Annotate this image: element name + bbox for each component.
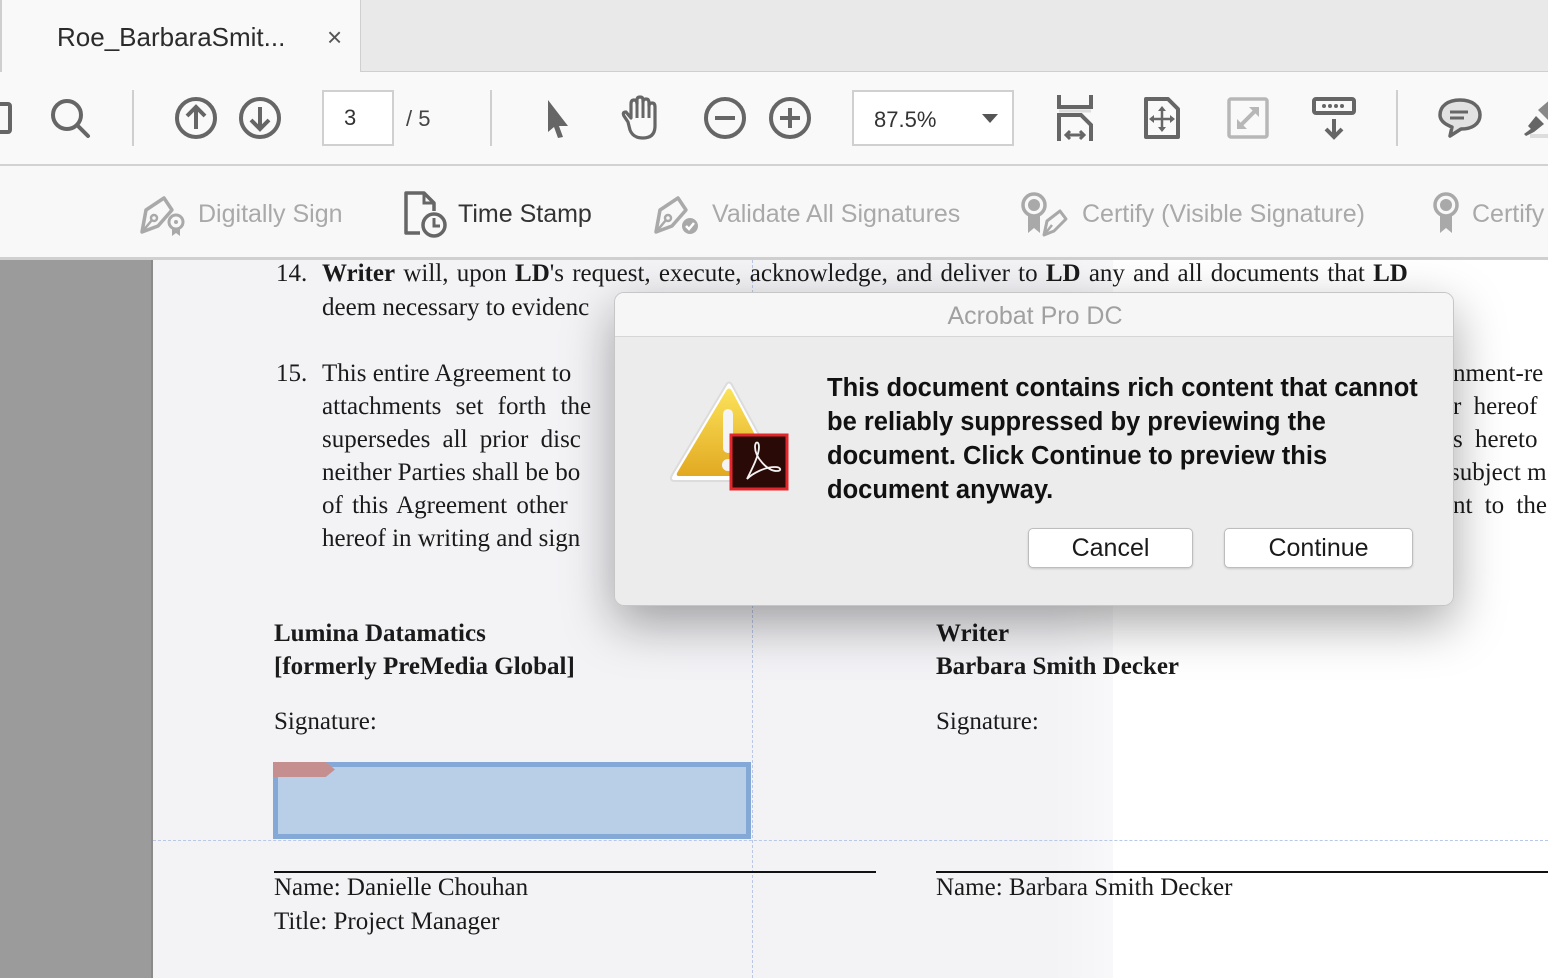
certify-visible-signature-label: Certify (Visible Signature) xyxy=(1082,199,1365,228)
next-page-icon[interactable] xyxy=(236,92,284,144)
clause-15-line-right: s hereto xyxy=(1453,426,1538,453)
tab-title: Roe_BarbaraSmit... xyxy=(57,22,286,52)
left-party-name: Name: Danielle Chouhan xyxy=(274,874,529,901)
clause-15-line: of this Agreement other xyxy=(322,492,568,519)
zoom-level-select[interactable]: 87.5% xyxy=(852,90,1014,146)
signature-field[interactable] xyxy=(273,762,751,839)
clause-15-line-right: nment-re xyxy=(1453,360,1544,387)
continue-button[interactable]: Continue xyxy=(1224,528,1413,568)
validate-all-signatures-label: Validate All Signatures xyxy=(712,199,961,228)
clause-15-number: 15. xyxy=(276,360,308,387)
scrolling-mode-icon[interactable] xyxy=(1051,92,1099,144)
fit-page-icon[interactable] xyxy=(1138,92,1186,144)
hand-tool-icon[interactable] xyxy=(615,92,663,144)
clause-14-number: 14. xyxy=(276,260,308,287)
signature-line xyxy=(274,871,876,873)
validate-all-signatures-button[interactable]: Validate All Signatures xyxy=(650,188,960,240)
page-total: / 5 xyxy=(406,106,431,131)
zoom-level-value: 87.5% xyxy=(874,107,937,132)
read-mode-icon[interactable] xyxy=(1310,92,1358,144)
clause-15-line: hereof in writing and sign xyxy=(322,525,581,552)
toolbar-separator xyxy=(1396,90,1398,146)
clause-15-line-right: subject m xyxy=(1450,459,1547,486)
cancel-button[interactable]: Cancel xyxy=(1028,528,1193,568)
left-party-company: Lumina Datamatics xyxy=(274,620,486,647)
left-party-former-name: [formerly PreMedia Global] xyxy=(274,653,575,680)
close-tab-icon[interactable]: × xyxy=(327,22,342,53)
certify-visible-signature-button[interactable]: Certify (Visible Signature) xyxy=(1020,188,1365,240)
digitally-sign-button[interactable]: Digitally Sign xyxy=(136,188,343,240)
left-party-title: Title: Project Manager xyxy=(274,908,500,935)
clause-14-line-1: Writer will, upon LD's request, execute,… xyxy=(322,260,1408,287)
toolbar-separator xyxy=(132,90,134,146)
clause-15-line: attachments set forth the xyxy=(322,393,592,420)
guide-line xyxy=(153,840,1548,841)
zoom-out-icon[interactable] xyxy=(701,92,749,144)
time-stamp-label: Time Stamp xyxy=(458,199,592,228)
clause-14-line-2: deem necessary to evidenc xyxy=(322,294,590,321)
highlight-icon[interactable] xyxy=(1516,92,1548,144)
time-stamp-button[interactable]: Time Stamp xyxy=(402,188,592,240)
clause-15-line: This entire Agreement to xyxy=(322,360,572,387)
previous-page-icon[interactable] xyxy=(172,92,220,144)
document-tab[interactable]: Roe_BarbaraSmit... × xyxy=(0,0,361,72)
dialog-message: This document contains rich content that… xyxy=(827,374,1418,504)
page-number-input[interactable]: 3 xyxy=(322,90,394,146)
right-party-name-heading: Barbara Smith Decker xyxy=(936,653,1180,680)
certificates-toolbar: Digitally Sign Time Stamp Validate All S… xyxy=(0,166,1548,260)
rich-content-warning-dialog: Acrobat Pro DC This document contains ri… xyxy=(614,292,1454,606)
main-toolbar: 3 / 5 87.5% xyxy=(0,72,1548,166)
left-gutter xyxy=(0,260,153,978)
toolbar-separator xyxy=(490,90,492,146)
left-signature-label: Signature: xyxy=(274,708,377,735)
dialog-titlebar: Acrobat Pro DC xyxy=(615,293,1453,337)
chevron-down-icon xyxy=(982,114,998,123)
clause-15-line-right: r hereof xyxy=(1453,393,1538,420)
warning-acrobat-icon xyxy=(667,379,791,495)
right-signature-label: Signature: xyxy=(936,708,1039,735)
search-icon[interactable] xyxy=(46,92,94,144)
tab-bar: Roe_BarbaraSmit... × xyxy=(0,0,1548,72)
comment-icon[interactable] xyxy=(1436,92,1484,144)
full-screen-icon[interactable] xyxy=(1224,92,1272,144)
right-party-name: Name: Barbara Smith Decker xyxy=(936,874,1233,901)
select-cursor-icon[interactable] xyxy=(532,92,580,144)
clause-15-line: supersedes all prior disc xyxy=(322,426,581,453)
page-thumbnails-icon[interactable] xyxy=(0,92,26,144)
dialog-title: Acrobat Pro DC xyxy=(947,302,1123,330)
sign-here-tag xyxy=(273,762,335,777)
clause-15-line: neither Parties shall be bo xyxy=(322,459,581,486)
clause-15-line-right: nt to the xyxy=(1453,492,1547,519)
right-party-role: Writer xyxy=(936,620,1010,647)
certify-label: Certify xyxy=(1472,199,1545,228)
zoom-in-icon[interactable] xyxy=(766,92,814,144)
digitally-sign-label: Digitally Sign xyxy=(198,199,343,228)
certify-button[interactable]: Certify xyxy=(1430,188,1544,240)
signature-line xyxy=(936,871,1548,873)
